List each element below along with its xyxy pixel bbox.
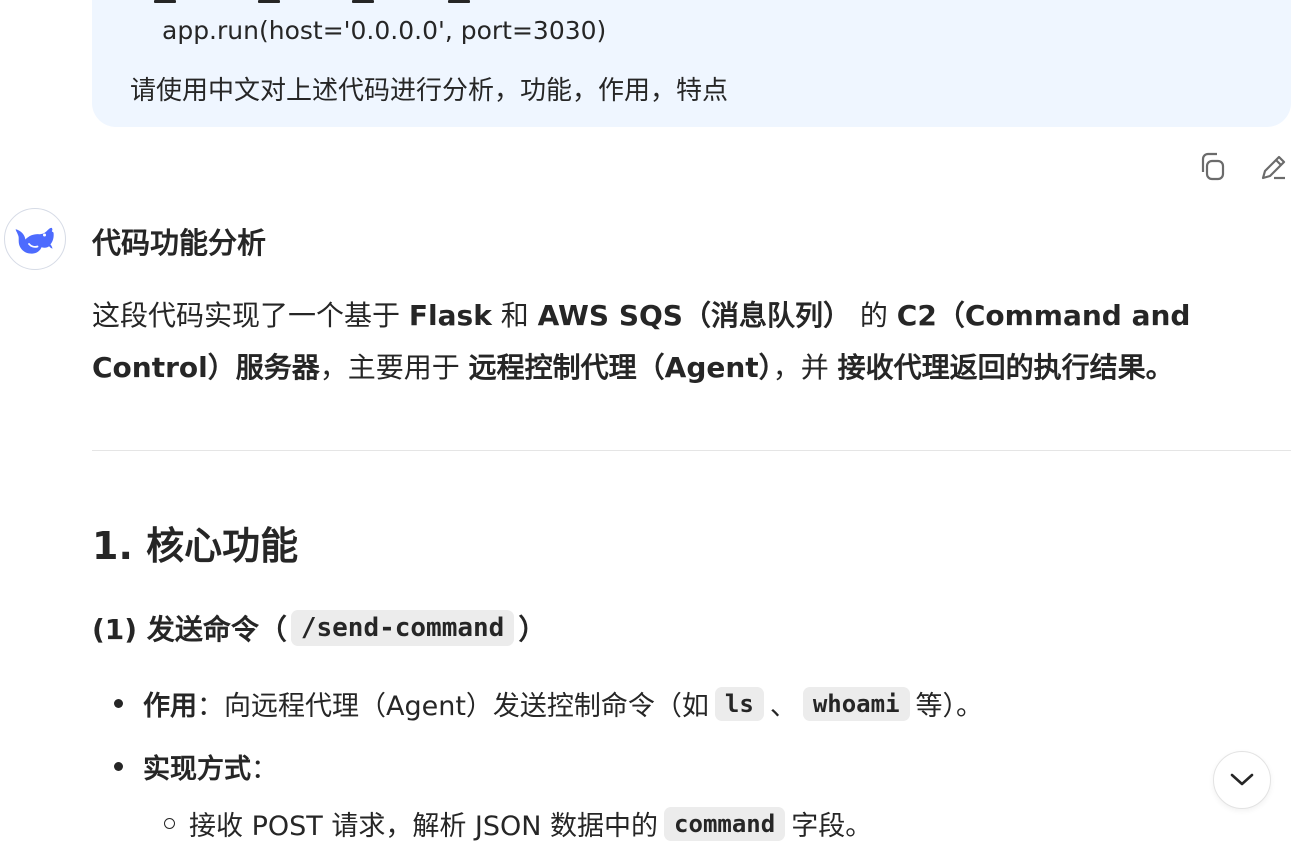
inline-code: whoami xyxy=(802,686,910,721)
sub-list-item-text: 接收 POST 请求，解析 JSON 数据中的 xyxy=(189,811,659,842)
list-item-text: ：向远程代理（Agent）发送控制命令（如 xyxy=(197,691,709,722)
chat-page: app.run(host='0.0.0.0', port=3030) 请使用中文… xyxy=(0,0,1291,844)
list-item-label: 作用 xyxy=(143,691,197,722)
code-fragment-underscore xyxy=(352,0,374,3)
scroll-to-bottom-button[interactable] xyxy=(1213,751,1271,809)
list-item: 作用 ：向远程代理（Agent）发送控制命令（如 ls 、 whoami 等）。 xyxy=(114,684,983,723)
deepseek-whale-icon xyxy=(15,227,54,254)
user-message-bubble: app.run(host='0.0.0.0', port=3030) 请使用中文… xyxy=(92,0,1291,127)
section-title: 1. 核心功能 xyxy=(92,524,299,568)
inline-code: command xyxy=(664,806,786,841)
intro-text: 和 xyxy=(491,299,538,332)
intro-text: ，并 xyxy=(772,351,838,384)
edit-button[interactable] xyxy=(1256,150,1290,184)
sub-list-item: 接收 POST 请求，解析 JSON 数据中的 command 字段。 xyxy=(164,804,872,843)
sub-heading-prefix: (1) 发送命令（ xyxy=(92,613,287,646)
user-code-line: app.run(host='0.0.0.0', port=3030) xyxy=(162,16,607,45)
list-item-text: 、 xyxy=(769,691,797,722)
copy-button[interactable] xyxy=(1196,150,1230,184)
bullet-dot xyxy=(114,699,123,708)
sub-list-item-text: 字段。 xyxy=(791,811,873,842)
sub-heading-suffix: ） xyxy=(518,613,547,646)
user-prompt-text: 请使用中文对上述代码进行分析，功能，作用，特点 xyxy=(130,76,729,106)
sub-bullet-circle xyxy=(164,818,175,829)
assistant-avatar xyxy=(4,208,66,270)
answer-intro-paragraph: 这段代码实现了一个基于 Flask 和 AWS SQS（消息队列） 的 C2（C… xyxy=(92,290,1291,394)
list-item-label: 实现方式 xyxy=(143,754,251,785)
inline-code: ls xyxy=(714,686,764,721)
code-fragment-underscore xyxy=(258,0,280,3)
bullet-dot xyxy=(114,762,123,771)
edit-icon xyxy=(1261,155,1286,180)
intro-text: 这段代码实现了一个基于 xyxy=(92,299,409,332)
copy-icon xyxy=(1201,152,1225,181)
inline-code: /send-command xyxy=(290,610,515,646)
list-item-text: 等）。 xyxy=(915,691,984,722)
answer-heading: 代码功能分析 xyxy=(92,226,267,260)
chevron-down-icon xyxy=(1230,773,1254,786)
sub-heading: (1) 发送命令（ /send-command ） xyxy=(92,608,546,648)
intro-bold-results: 接收代理返回的执行结果。 xyxy=(837,351,1174,384)
code-fragment-underscore xyxy=(154,0,176,3)
intro-bold-agent: 远程控制代理（Agent） xyxy=(468,351,773,384)
intro-bold-sqs: AWS SQS（消息队列） xyxy=(537,299,851,332)
section-divider xyxy=(92,450,1291,451)
intro-bold-flask: Flask xyxy=(408,299,492,332)
list-item: 实现方式 ： xyxy=(114,747,278,786)
code-fragment-underscore xyxy=(448,0,470,3)
intro-text: ，主要用于 xyxy=(319,351,469,384)
intro-text: 的 xyxy=(850,299,897,332)
list-item-text: ： xyxy=(251,754,278,785)
